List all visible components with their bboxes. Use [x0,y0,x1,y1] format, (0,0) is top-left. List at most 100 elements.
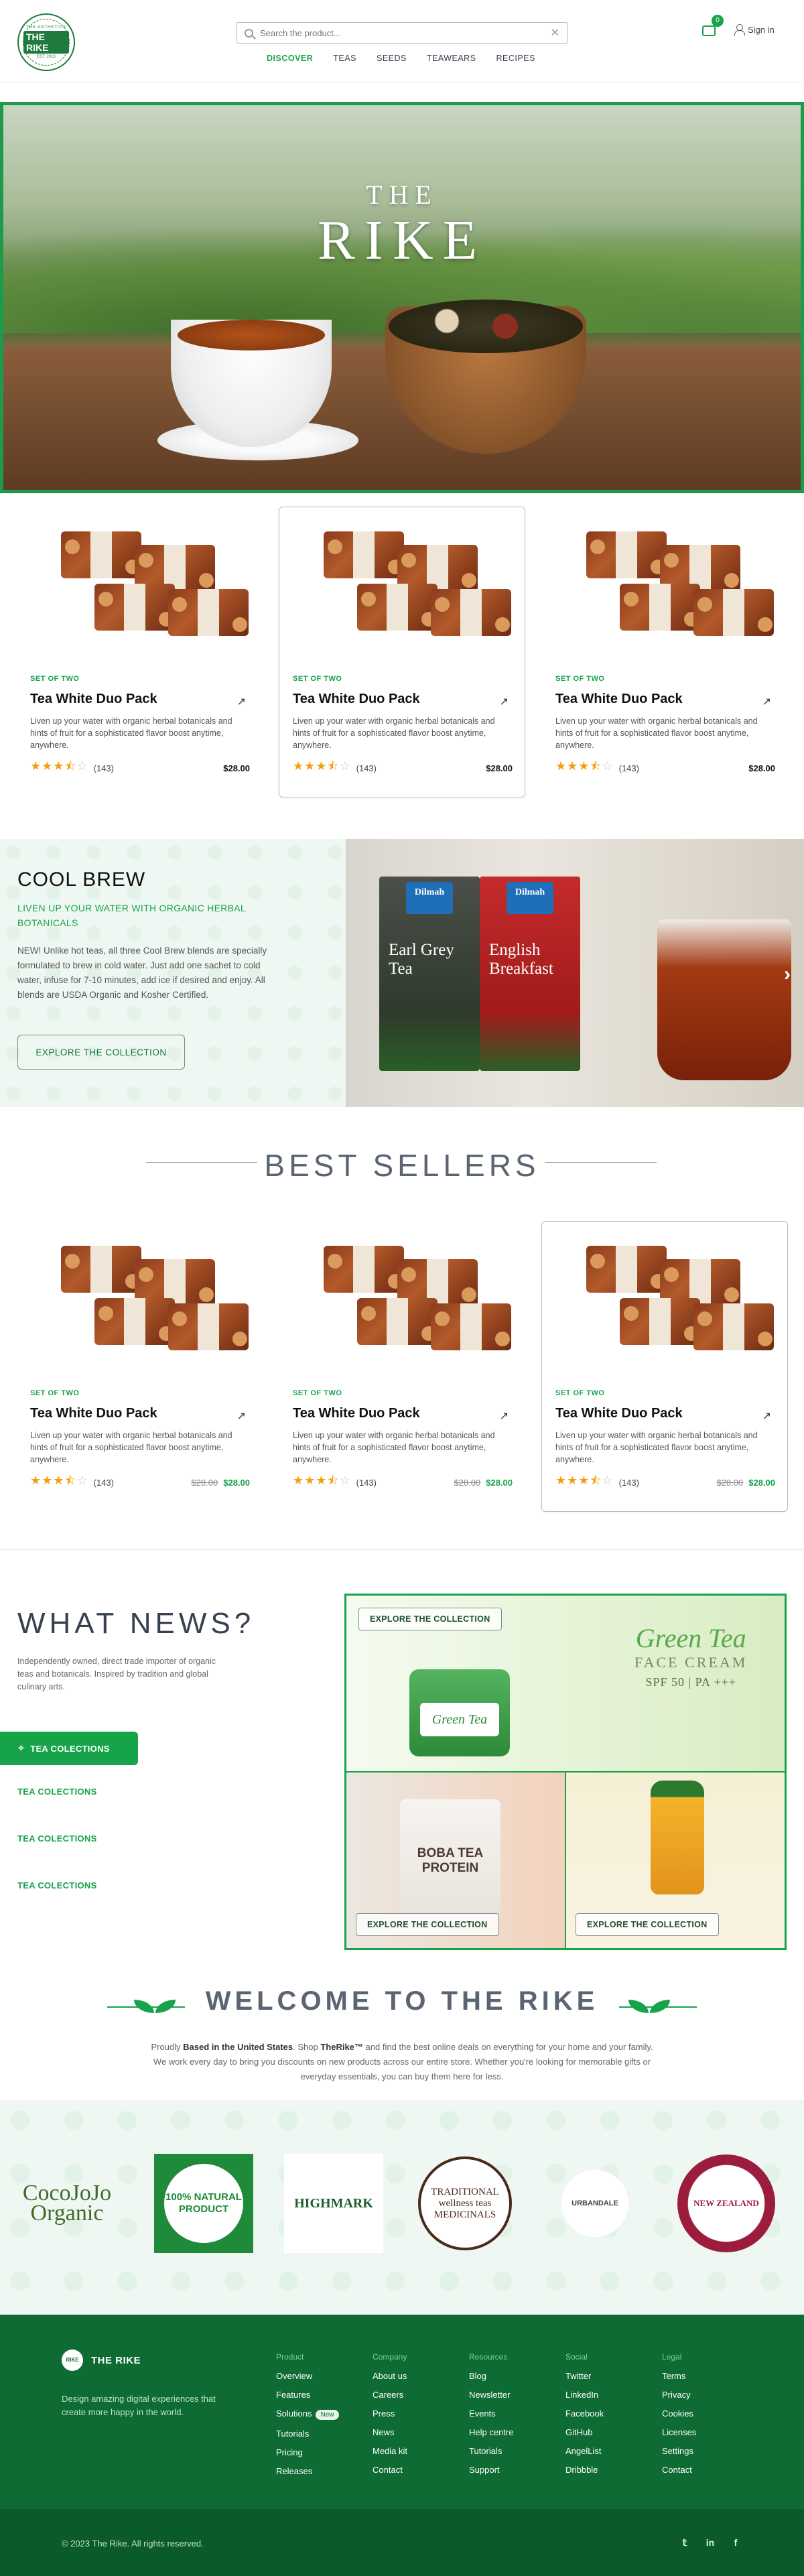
footer-link[interactable]: Contact [373,2465,460,2475]
product-name[interactable]: Tea White Duo Pack [30,692,157,707]
product-card[interactable]: SET OF TWO Tea White Duo Pack ↗ Liven up… [541,1221,788,1512]
iced-tea-glass [657,919,791,1080]
footer-link[interactable]: Releases [276,2466,363,2476]
welcome-text: Proudly Based in the United States. Shop… [151,2042,653,2081]
review-count: (143) [93,1477,114,1488]
news-category[interactable]: TEA COLECTIONS [17,1880,97,1890]
footer-link[interactable]: Newsletter [469,2390,556,2400]
footer-link[interactable]: Events [469,2408,556,2419]
search-input[interactable] [260,27,544,38]
nav-teawears[interactable]: TEAWEARS [427,54,476,63]
dilmah-logo: Dilmah [406,882,453,914]
product-card[interactable]: SET OF TWO Tea White Duo Pack ↗ Liven up… [541,507,788,797]
footer-link[interactable]: Privacy [662,2390,749,2400]
brand-logo-highmark[interactable]: HIGHMARK [284,2154,383,2253]
star-rating: ★★★⯪☆ [293,759,351,773]
user-icon [734,24,745,36]
product-card[interactable]: SET OF TWO Tea White Duo Pack ↗ Liven up… [16,1221,263,1512]
arrow-up-right-icon[interactable]: ↗ [762,695,771,708]
chevron-right-icon[interactable]: › [784,963,791,986]
product-description: Liven up your water with organic herbal … [555,716,758,750]
news-category[interactable]: TEA COLECTIONS [17,1833,97,1844]
product-card[interactable]: SET OF TWO Tea White Duo Pack ↗ Liven up… [279,1221,525,1512]
product-name[interactable]: Tea White Duo Pack [293,692,420,707]
footer-link[interactable]: GitHub [565,2427,653,2437]
footer-link[interactable]: Facebook [565,2408,653,2419]
product-name[interactable]: Tea White Duo Pack [555,1406,683,1421]
product-name[interactable]: Tea White Duo Pack [555,692,683,707]
product-card[interactable]: SET OF TWO Tea White Duo Pack ↗ Liven up… [16,507,263,797]
news-category-active[interactable]: ✧ TEA COLECTIONS [0,1732,138,1765]
brand-logo-new-zealand[interactable]: NEW ZEALAND [677,2154,776,2253]
footer-link[interactable]: Dribbble [565,2465,653,2475]
hero-title-small: THE [366,180,438,210]
footer-link[interactable]: News [373,2427,460,2437]
product-name[interactable]: Tea White Duo Pack [30,1406,157,1421]
tea-liquid-image [178,320,325,350]
news-tile[interactable]: EXPLORE THE COLLECTION Green Tea Green T… [346,1595,785,1772]
close-icon[interactable]: ✕ [551,26,559,40]
footer-link[interactable]: LinkedIn [565,2390,653,2400]
brand-logo-urbandale[interactable]: URBANDALE [545,2154,645,2253]
footer-link[interactable]: Tutorials [469,2446,556,2456]
brand-logo-traditional-medicinals[interactable]: TRADITIONAL wellness teas MEDICINALS [415,2154,515,2253]
twitter-icon[interactable]: 𝕥 [678,2536,691,2549]
welcome-section: WELCOME TO THE RIKE Proudly Based in the… [0,1986,804,2091]
sale-price: $28.00 [748,1477,775,1488]
news-tile[interactable]: EXPLORE THE COLLECTION [565,1772,785,1949]
nav-recipes[interactable]: RECIPES [496,54,535,63]
linkedin-icon[interactable]: in [704,2536,717,2549]
footer-link[interactable]: Twitter [565,2371,653,2381]
footer-link[interactable]: Terms [662,2371,749,2381]
brand-logo-cocojojo[interactable]: CocoJoJo Organic [17,2154,117,2253]
footer-link[interactable]: Contact [662,2465,749,2475]
footer-logo[interactable]: RIKE [62,2349,83,2371]
facebook-icon[interactable]: f [729,2536,742,2549]
footer-brand: THE RIKE [91,2355,141,2366]
footer-link[interactable]: Help centre [469,2427,556,2437]
ad-spf: SPF 50 | PA +++ [645,1675,736,1689]
footer-link[interactable]: Solutions New [276,2408,363,2420]
footer-bottom-bar: © 2023 The Rike. All rights reserved. 𝕥 … [0,2509,804,2576]
explore-collection-button[interactable]: EXPLORE THE COLLECTION [358,1608,502,1630]
cart-icon[interactable]: 0 [701,15,724,38]
product-name[interactable]: Tea White Duo Pack [293,1406,420,1421]
site-header: THE ASTHETICS THE RIKE EST. 2013 ✕ DISCO… [0,0,804,83]
news-category[interactable]: TEA COLECTIONS [17,1787,97,1797]
footer-link[interactable]: Overview [276,2371,363,2381]
footer-link[interactable]: Pricing [276,2447,363,2457]
explore-collection-button[interactable]: EXPLORE THE COLLECTION [356,1913,499,1936]
arrow-up-right-icon[interactable]: ↗ [237,695,246,708]
footer-link[interactable]: AngelList [565,2446,653,2456]
nav-discover[interactable]: DISCOVER [267,54,313,63]
brand-logo-natural[interactable]: 100% NATURAL PRODUCT [154,2154,253,2253]
arrow-up-right-icon[interactable]: ↗ [500,1409,509,1423]
explore-collection-button[interactable]: EXPLORE THE COLLECTION [17,1035,185,1070]
footer-link[interactable]: Features [276,2390,363,2400]
footer-link[interactable]: Cookies [662,2408,749,2419]
footer-link[interactable]: About us [373,2371,460,2381]
footer-link[interactable]: Settings [662,2446,749,2456]
nav-seeds[interactable]: SEEDS [377,54,407,63]
product-tag: SET OF TWO [555,1389,605,1397]
footer-link[interactable]: Tutorials [276,2429,363,2439]
footer-link[interactable]: Blog [469,2371,556,2381]
review-count: (143) [618,763,639,773]
nav-teas[interactable]: TEAS [333,54,356,63]
footer-link[interactable]: Careers [373,2390,460,2400]
signin-link[interactable]: Sign in [734,24,775,36]
brand-logo[interactable]: THE ASTHETICS THE RIKE EST. 2013 [17,13,75,71]
news-tile[interactable]: BOBA TEA PROTEIN EXPLORE THE COLLECTION [346,1772,565,1949]
explore-collection-button[interactable]: EXPLORE THE COLLECTION [576,1913,719,1936]
arrow-up-right-icon[interactable]: ↗ [762,1409,771,1423]
footer-link[interactable]: Press [373,2408,460,2419]
product-card[interactable]: SET OF TWO Tea White Duo Pack ↗ Liven up… [279,507,525,797]
footer-link[interactable]: Support [469,2465,556,2475]
footer-link[interactable]: Media kit [373,2446,460,2456]
best-sellers-header: BEST SELLERS [0,1142,804,1183]
footer-link[interactable]: Licenses [662,2427,749,2437]
arrow-up-right-icon[interactable]: ↗ [500,695,509,708]
arrow-up-right-icon[interactable]: ↗ [237,1409,246,1423]
jar-label: Green Tea [420,1703,499,1736]
leaf-ornament-icon [619,1997,697,2017]
